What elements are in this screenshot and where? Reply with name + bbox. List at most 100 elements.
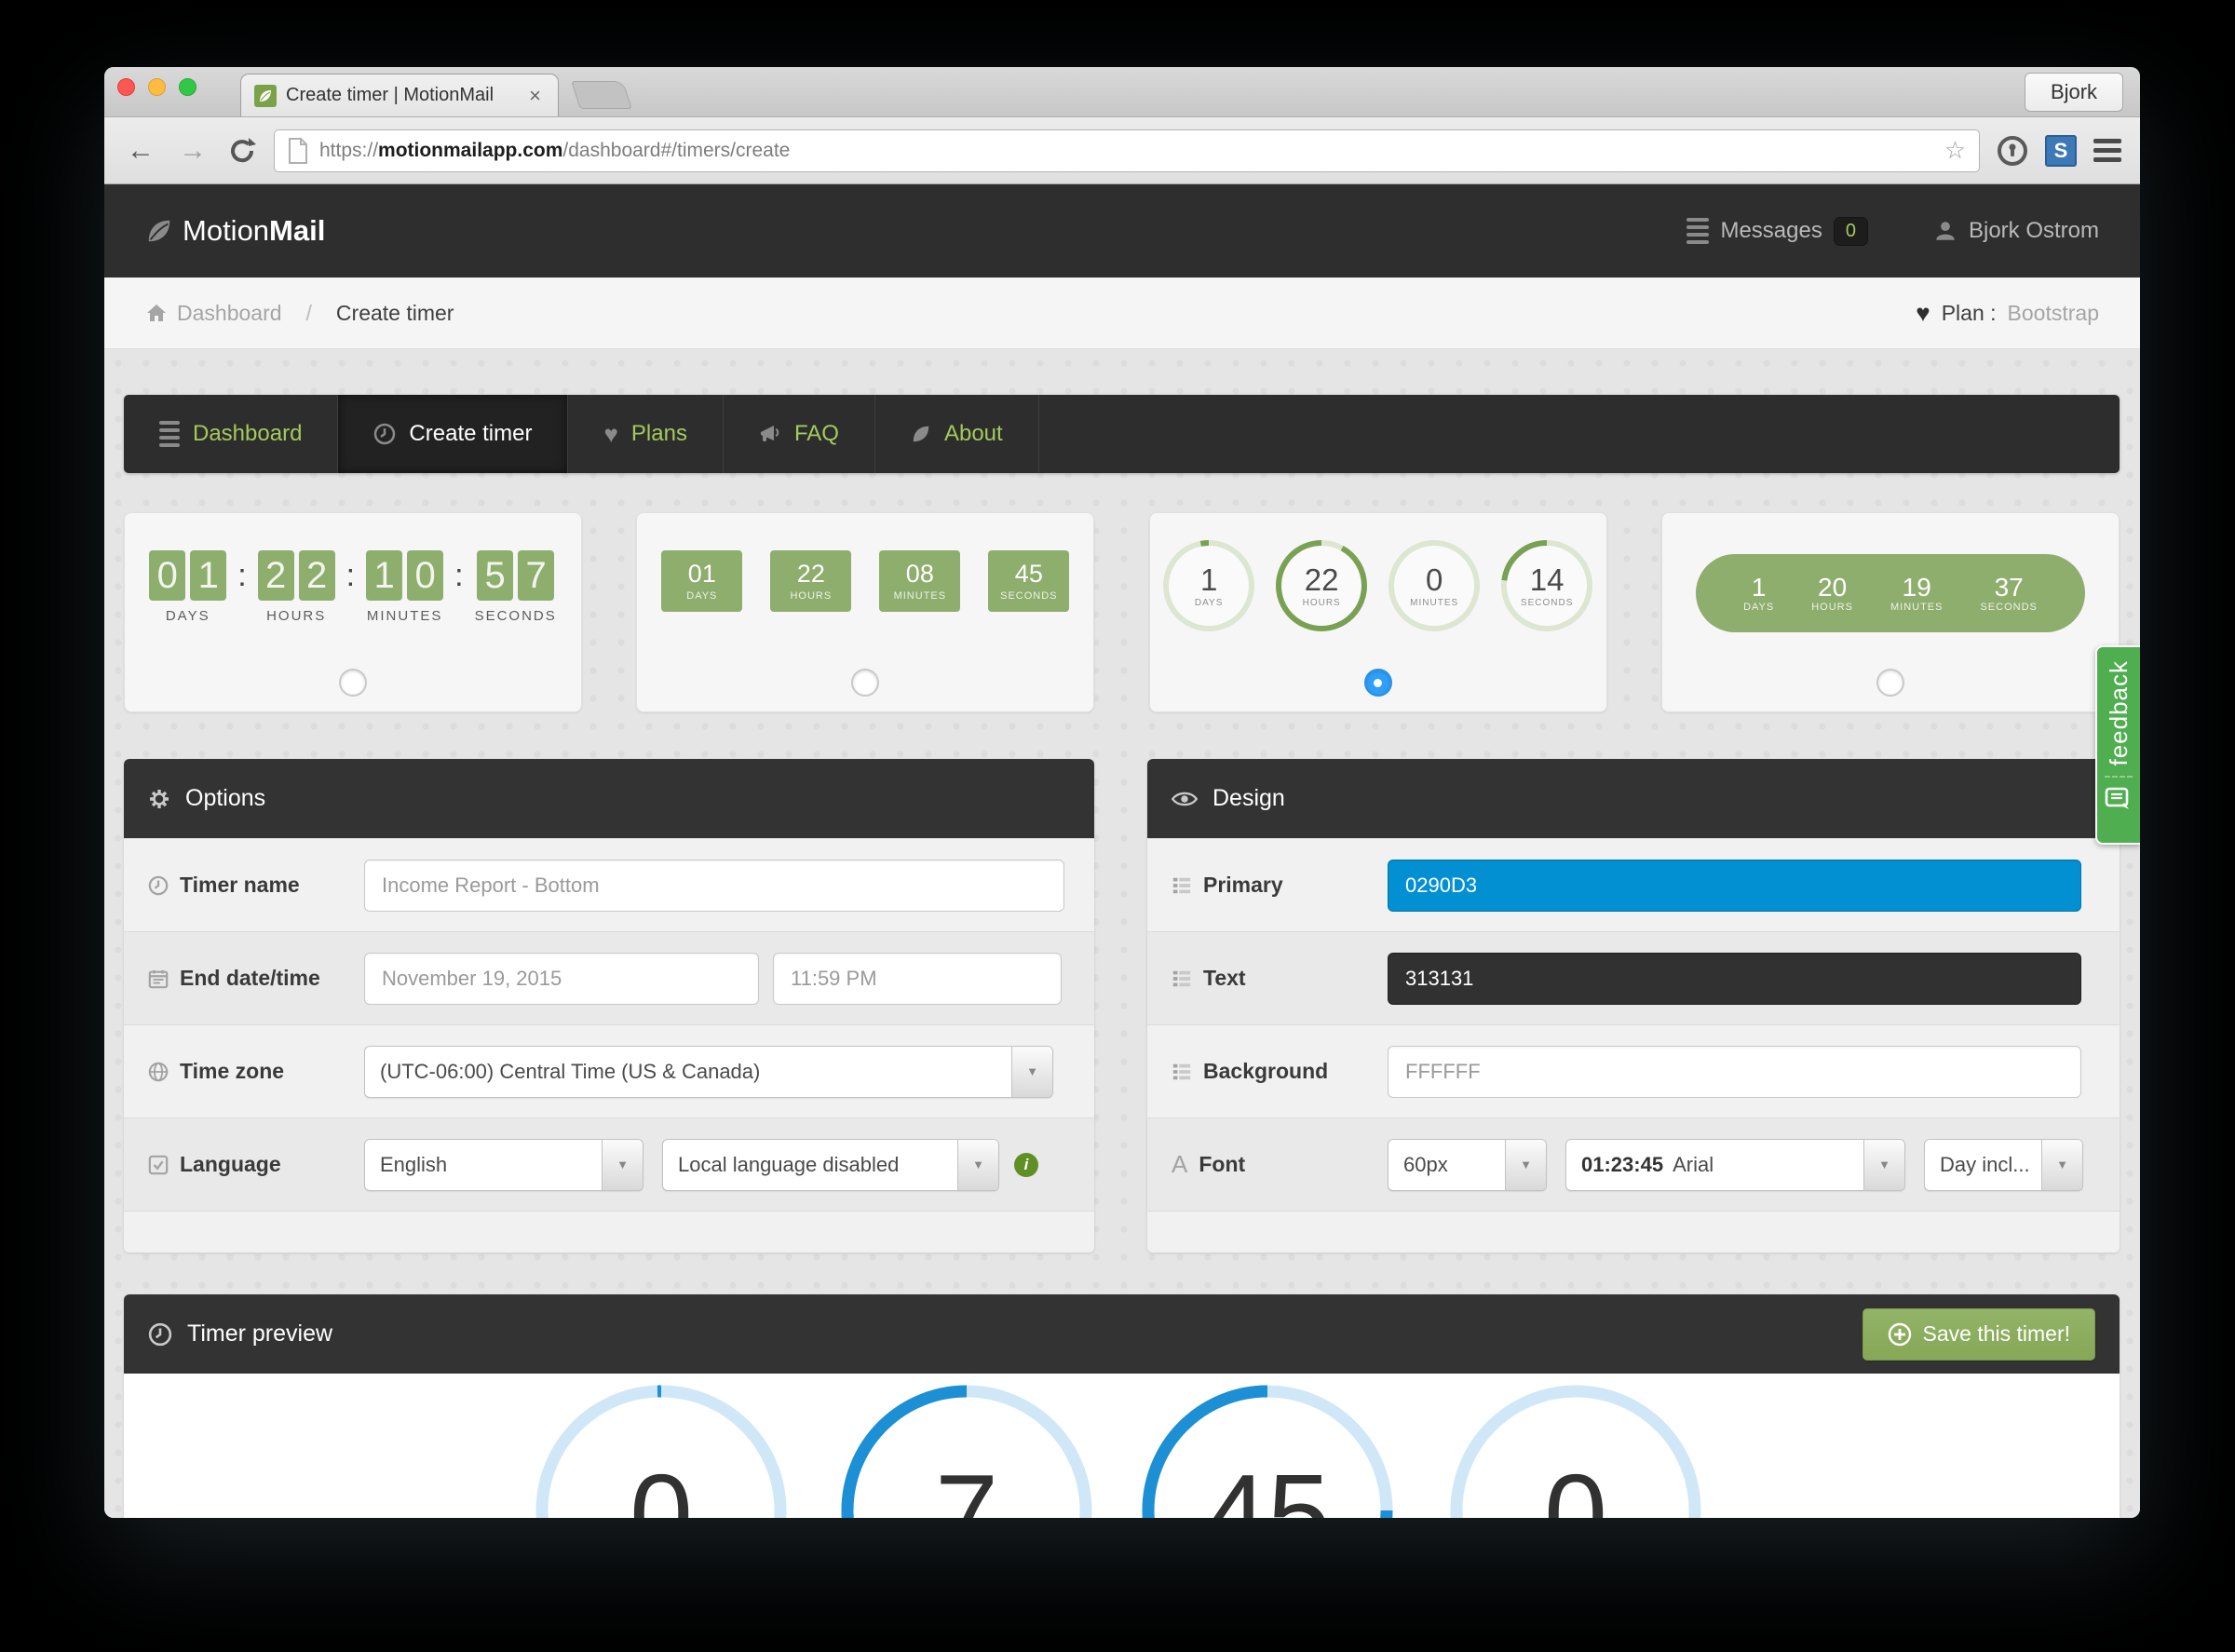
flip-clock-preview: 01DAYS : 22HOURS : 10MINUTES : 57SECONDS: [149, 550, 557, 624]
language-select[interactable]: English ▼: [364, 1139, 643, 1191]
check-square-icon: [148, 1155, 169, 1175]
messages-label: Messages: [1720, 218, 1822, 244]
clock-icon: [148, 1322, 172, 1347]
timer-style-blocks-card[interactable]: 01DAYS 22HOURS 08MINUTES 45SECONDS: [636, 512, 1094, 712]
blocks-style-radio[interactable]: [851, 669, 879, 697]
chevron-down-icon: ▼: [1011, 1047, 1052, 1097]
timer-preview-canvas: 0 7 45 0: [124, 1374, 2120, 1518]
messages-menu[interactable]: Messages 0: [1686, 217, 1868, 246]
end-time-input[interactable]: 11:59 PM: [773, 953, 1062, 1005]
font-format-select[interactable]: Day incl... ▼: [1924, 1139, 2083, 1191]
rings-preview: 1DAYS 22HOURS 0MINUTES 14SECONDS: [1160, 537, 1595, 634]
language-row: Language English ▼ Local language disabl…: [124, 1117, 1094, 1211]
feedback-divider: [2105, 776, 2133, 778]
timer-preview-header: Timer preview Save this timer!: [124, 1294, 2120, 1374]
minimize-window-button[interactable]: [148, 78, 166, 96]
main-nav: Dashboard Create timer ♥ Plans FAQ About: [124, 395, 2120, 473]
s-extension-icon[interactable]: S: [2045, 135, 2077, 167]
nav-tab-create-timer[interactable]: Create timer: [338, 395, 568, 473]
preview-hours-value: 7: [836, 1457, 1097, 1518]
user-menu[interactable]: Bjork Ostrom: [1933, 218, 2099, 244]
page-icon: [288, 138, 308, 164]
end-datetime-row: End date/time November 19, 2015 11:59 PM: [124, 931, 1094, 1024]
primary-color-row: Primary 0290D3: [1147, 838, 2120, 931]
gear-icon: [148, 788, 170, 810]
user-icon: [1933, 219, 1957, 243]
text-color-input[interactable]: 313131: [1388, 953, 2081, 1005]
design-panel-footer: [1147, 1211, 2120, 1253]
back-button[interactable]: ←: [123, 135, 158, 167]
motionmail-logo[interactable]: MotionMail: [145, 214, 325, 248]
list-icon: [1172, 968, 1192, 989]
flip-style-radio[interactable]: [339, 669, 367, 697]
messages-count-badge: 0: [1834, 217, 1868, 246]
local-language-select[interactable]: Local language disabled ▼: [662, 1139, 999, 1191]
url-input[interactable]: https://motionmailapp.com/dashboard#/tim…: [274, 129, 1980, 172]
megaphone-icon: [759, 424, 781, 444]
breadcrumb-separator: /: [306, 301, 312, 326]
nav-tab-faq[interactable]: FAQ: [724, 395, 875, 473]
timer-preview-title: Timer preview: [187, 1320, 332, 1347]
onepassword-extension-icon[interactable]: [1997, 135, 2028, 167]
brand-motion: Motion: [183, 214, 269, 247]
pill-style-radio[interactable]: [1876, 669, 1904, 697]
rings-style-radio[interactable]: [1364, 669, 1392, 697]
browser-toolbar: ← → https://motionmailapp.com/dashboard#…: [104, 117, 2140, 184]
clock-icon: [148, 875, 169, 896]
home-icon: [145, 303, 168, 323]
heart-icon: ♥: [1916, 299, 1930, 328]
calendar-icon: [148, 968, 169, 989]
timer-style-cards: 01DAYS : 22HOURS : 10MINUTES : 57SECONDS…: [124, 512, 2120, 712]
font-family-select[interactable]: 01:23:45Arial ▼: [1565, 1139, 1905, 1191]
eye-icon: [1172, 790, 1198, 808]
breadcrumb-dashboard-link[interactable]: Dashboard: [145, 301, 282, 326]
timer-style-pill-card[interactable]: 1DAYS 20HOURS 19MINUTES 37SECONDS: [1661, 512, 2120, 712]
preview-seconds-value: 0: [1445, 1457, 1706, 1518]
nav-tab-dashboard[interactable]: Dashboard: [124, 395, 338, 473]
bookmark-star-icon[interactable]: ☆: [1944, 136, 1966, 165]
plus-circle-icon: [1888, 1322, 1912, 1347]
timer-style-flip-card[interactable]: 01DAYS : 22HOURS : 10MINUTES : 57SECONDS: [124, 512, 582, 712]
font-size-select[interactable]: 60px ▼: [1388, 1139, 1547, 1191]
options-title: Options: [185, 785, 265, 812]
app-header: MotionMail Messages 0 Bjork Ostrom: [104, 184, 2140, 278]
primary-color-input[interactable]: 0290D3: [1388, 860, 2081, 912]
timer-preview-panel: Timer preview Save this timer! 0 7 45 0: [124, 1294, 2120, 1518]
zoom-window-button[interactable]: [179, 78, 196, 96]
browser-window: Create timer | MotionMail × Bjork ← → ht…: [104, 67, 2140, 1518]
tab-title: Create timer | MotionMail: [286, 85, 516, 106]
browser-tabstrip: Create timer | MotionMail × Bjork: [104, 67, 2140, 117]
chevron-down-icon: ▼: [2041, 1140, 2082, 1190]
close-window-button[interactable]: [117, 78, 135, 96]
breadcrumb-current: Create timer: [336, 301, 454, 326]
new-tab-button[interactable]: [571, 81, 632, 109]
chevron-down-icon: ▼: [1505, 1140, 1546, 1190]
timer-style-rings-card[interactable]: 1DAYS 22HOURS 0MINUTES 14SECONDS: [1149, 512, 1607, 712]
background-color-input[interactable]: FFFFFF: [1388, 1046, 2081, 1098]
design-title: Design: [1212, 785, 1285, 812]
browser-profile-button[interactable]: Bjork: [2025, 73, 2123, 112]
end-date-input[interactable]: November 19, 2015: [364, 953, 759, 1005]
browser-tab[interactable]: Create timer | MotionMail ×: [240, 74, 559, 116]
blocks-preview: 01DAYS 22HOURS 08MINUTES 45SECONDS: [661, 550, 1069, 612]
nav-tab-plans[interactable]: ♥ Plans: [568, 395, 723, 473]
forward-button[interactable]: →: [175, 135, 210, 167]
language-info-icon[interactable]: i: [1014, 1153, 1038, 1177]
time-zone-select[interactable]: (UTC-06:00) Central Time (US & Canada) ▼: [364, 1046, 1053, 1098]
breadcrumb: Dashboard / Create timer ♥ Plan : Bootst…: [104, 278, 2140, 349]
pill-preview: 1DAYS 20HOURS 19MINUTES 37SECONDS: [1696, 554, 2085, 632]
time-zone-row: Time zone (UTC-06:00) Central Time (US &…: [124, 1024, 1094, 1117]
plan-label: Plan :: [1942, 301, 1997, 326]
options-panel-footer: [124, 1211, 1094, 1253]
reload-button[interactable]: [227, 136, 257, 166]
globe-icon: [148, 1062, 169, 1082]
chevron-down-icon: ▼: [1863, 1140, 1904, 1190]
tab-close-icon[interactable]: ×: [525, 84, 545, 108]
nav-tab-about[interactable]: About: [875, 395, 1039, 473]
plan-value: Bootstrap: [2008, 301, 2099, 326]
feedback-tab[interactable]: feedback: [2095, 645, 2140, 845]
font-icon: A: [1172, 1150, 1187, 1179]
browser-menu-icon[interactable]: [2093, 139, 2121, 162]
save-timer-button[interactable]: Save this timer!: [1862, 1308, 2096, 1361]
timer-name-input[interactable]: Income Report - Bottom: [364, 860, 1064, 912]
